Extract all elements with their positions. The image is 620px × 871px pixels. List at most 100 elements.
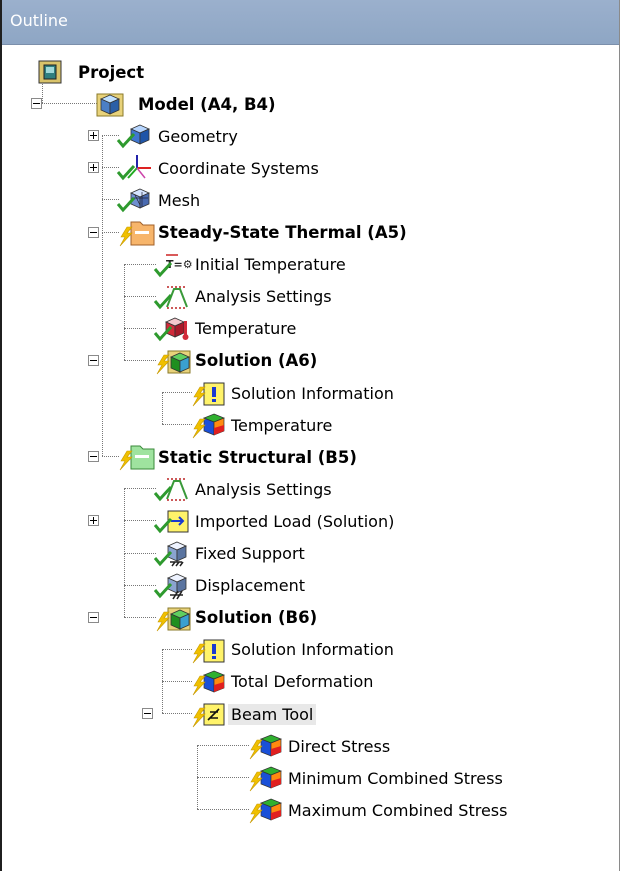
tree-item-label: Analysis Settings bbox=[195, 287, 332, 307]
collapse-icon[interactable] bbox=[88, 354, 99, 366]
tree-item-label: Minimum Combined Stress bbox=[288, 768, 503, 788]
tree-item-min-comb[interactable]: Minimum Combined Stress bbox=[245, 763, 506, 793]
check-status-icon bbox=[152, 283, 192, 311]
collapse-icon[interactable] bbox=[88, 226, 99, 238]
tree-item-analysis-struct[interactable]: Analysis Settings bbox=[152, 474, 335, 504]
tree-item-label: Steady-State Thermal (A5) bbox=[158, 223, 407, 242]
lightning-status-icon bbox=[115, 443, 155, 471]
tree-item-analysis-thermal[interactable]: Analysis Settings bbox=[152, 282, 335, 312]
coordinate-axes-icon bbox=[115, 154, 155, 182]
tree-connector bbox=[197, 777, 198, 810]
check-status-icon bbox=[152, 315, 192, 343]
beam-tool-icon bbox=[188, 700, 228, 728]
tree-item-fixed-support[interactable]: Fixed Support bbox=[152, 539, 308, 569]
tree-connector bbox=[162, 392, 163, 425]
collapse-icon[interactable] bbox=[88, 451, 99, 463]
tree-connector bbox=[162, 680, 163, 713]
tree-item-solinfo-b6[interactable]: Solution Information bbox=[188, 635, 397, 665]
result-contour-icon bbox=[245, 796, 285, 824]
tree-item-label: Fixed Support bbox=[195, 544, 305, 563]
tree-item-imported-load[interactable]: Imported Load (Solution) bbox=[152, 506, 397, 536]
collapse-icon[interactable] bbox=[142, 708, 153, 719]
structural-analysis-icon bbox=[115, 443, 155, 471]
tree-item-label: Temperature bbox=[231, 415, 333, 435]
tree-item-direct-stress[interactable]: Direct Stress bbox=[245, 731, 393, 761]
lightning-status-icon bbox=[115, 219, 155, 247]
tree-item-temp-result[interactable]: Temperature bbox=[188, 410, 335, 440]
tree-item-coordsys[interactable]: Coordinate Systems bbox=[115, 153, 322, 183]
check-status-icon bbox=[152, 572, 192, 600]
tree-connector bbox=[102, 199, 103, 232]
tree-item-structural[interactable]: Static Structural (B5) bbox=[115, 442, 360, 472]
tree-connector bbox=[197, 745, 198, 778]
thermal-analysis-icon bbox=[115, 219, 155, 247]
collapse-icon[interactable] bbox=[31, 98, 42, 110]
lightning-status-icon bbox=[188, 700, 228, 728]
tree-item-beam-tool[interactable]: Beam Tool bbox=[188, 699, 317, 729]
lightning-status-icon bbox=[188, 636, 228, 664]
lightning-status-icon bbox=[188, 379, 228, 407]
tree-connector bbox=[124, 263, 125, 296]
tree-connector bbox=[102, 135, 103, 168]
tree-item-geometry[interactable]: Geometry bbox=[115, 121, 241, 151]
tree-item-label: Solution Information bbox=[231, 640, 394, 660]
outline-panel: Outline Project Model (A4, B4) Geometry … bbox=[0, 0, 620, 871]
tree-item-total-def[interactable]: Total Deformation bbox=[188, 667, 376, 697]
temperature-load-icon bbox=[152, 315, 192, 343]
tree-connector bbox=[124, 488, 125, 521]
check-status-icon bbox=[152, 475, 192, 503]
tree-item-max-comb[interactable]: Maximum Combined Stress bbox=[245, 795, 510, 825]
tree-connector bbox=[124, 327, 125, 360]
tree-connector bbox=[197, 777, 249, 779]
check-status-icon bbox=[152, 507, 192, 535]
expand-icon[interactable] bbox=[88, 515, 99, 527]
tree-item-mesh[interactable]: Mesh bbox=[115, 185, 203, 215]
lightning-status-icon bbox=[245, 764, 285, 792]
tree-item-solution-a6[interactable]: Solution (A6) bbox=[152, 346, 320, 376]
analysis-settings-icon bbox=[152, 283, 192, 311]
lightning-status-icon bbox=[245, 732, 285, 760]
tree-item-label: Direct Stress bbox=[288, 736, 391, 756]
initial-temperature-icon: T=⚙ bbox=[152, 251, 192, 279]
check-status-icon bbox=[115, 186, 155, 214]
imported-load-icon bbox=[152, 507, 192, 535]
outline-tree[interactable]: Project Model (A4, B4) Geometry Coordina… bbox=[2, 46, 619, 871]
tree-item-model[interactable]: Model (A4, B4) bbox=[95, 89, 279, 119]
tree-item-label: Total Deformation bbox=[231, 672, 374, 692]
tree-item-label: Solution (A6) bbox=[195, 351, 318, 371]
expand-icon[interactable] bbox=[88, 130, 99, 142]
tree-item-project[interactable]: Project bbox=[35, 57, 147, 87]
tree-item-temp-load[interactable]: Temperature bbox=[152, 314, 299, 344]
check-status-icon bbox=[152, 251, 192, 279]
solution-information-icon bbox=[188, 636, 228, 664]
lightning-status-icon bbox=[188, 411, 228, 439]
result-contour-icon bbox=[245, 732, 285, 760]
analysis-settings-icon bbox=[152, 475, 192, 503]
check-status-icon bbox=[115, 154, 155, 182]
tree-item-label: Initial Temperature bbox=[195, 255, 346, 275]
tree-connector bbox=[102, 231, 103, 457]
tree-connector bbox=[42, 103, 99, 105]
tree-item-label: Static Structural (B5) bbox=[158, 447, 357, 467]
tree-item-label: Model (A4, B4) bbox=[138, 94, 276, 114]
collapse-icon[interactable] bbox=[88, 611, 99, 623]
tree-item-solution-b6[interactable]: Solution (B6) bbox=[152, 603, 320, 633]
tree-connector bbox=[102, 167, 103, 200]
tree-item-init-temp[interactable]: T=⚙ Initial Temperature bbox=[152, 250, 349, 280]
tree-connector bbox=[197, 745, 249, 747]
tree-connector bbox=[124, 552, 125, 585]
mesh-icon bbox=[115, 186, 155, 214]
expand-icon[interactable] bbox=[88, 162, 99, 174]
tree-item-solinfo-a6[interactable]: Solution Information bbox=[188, 378, 397, 408]
tree-item-label: Geometry bbox=[158, 126, 238, 146]
tree-item-label: Displacement bbox=[195, 576, 305, 596]
tree-item-thermal[interactable]: Steady-State Thermal (A5) bbox=[115, 218, 410, 248]
displacement-icon bbox=[152, 572, 192, 600]
lightning-status-icon bbox=[152, 604, 192, 632]
tree-connector bbox=[124, 295, 125, 328]
tree-item-displacement[interactable]: Displacement bbox=[152, 571, 308, 601]
solution-information-icon bbox=[188, 379, 228, 407]
geometry-icon bbox=[115, 122, 155, 150]
tree-item-label: Imported Load (Solution) bbox=[195, 511, 395, 531]
check-status-icon bbox=[152, 540, 192, 568]
